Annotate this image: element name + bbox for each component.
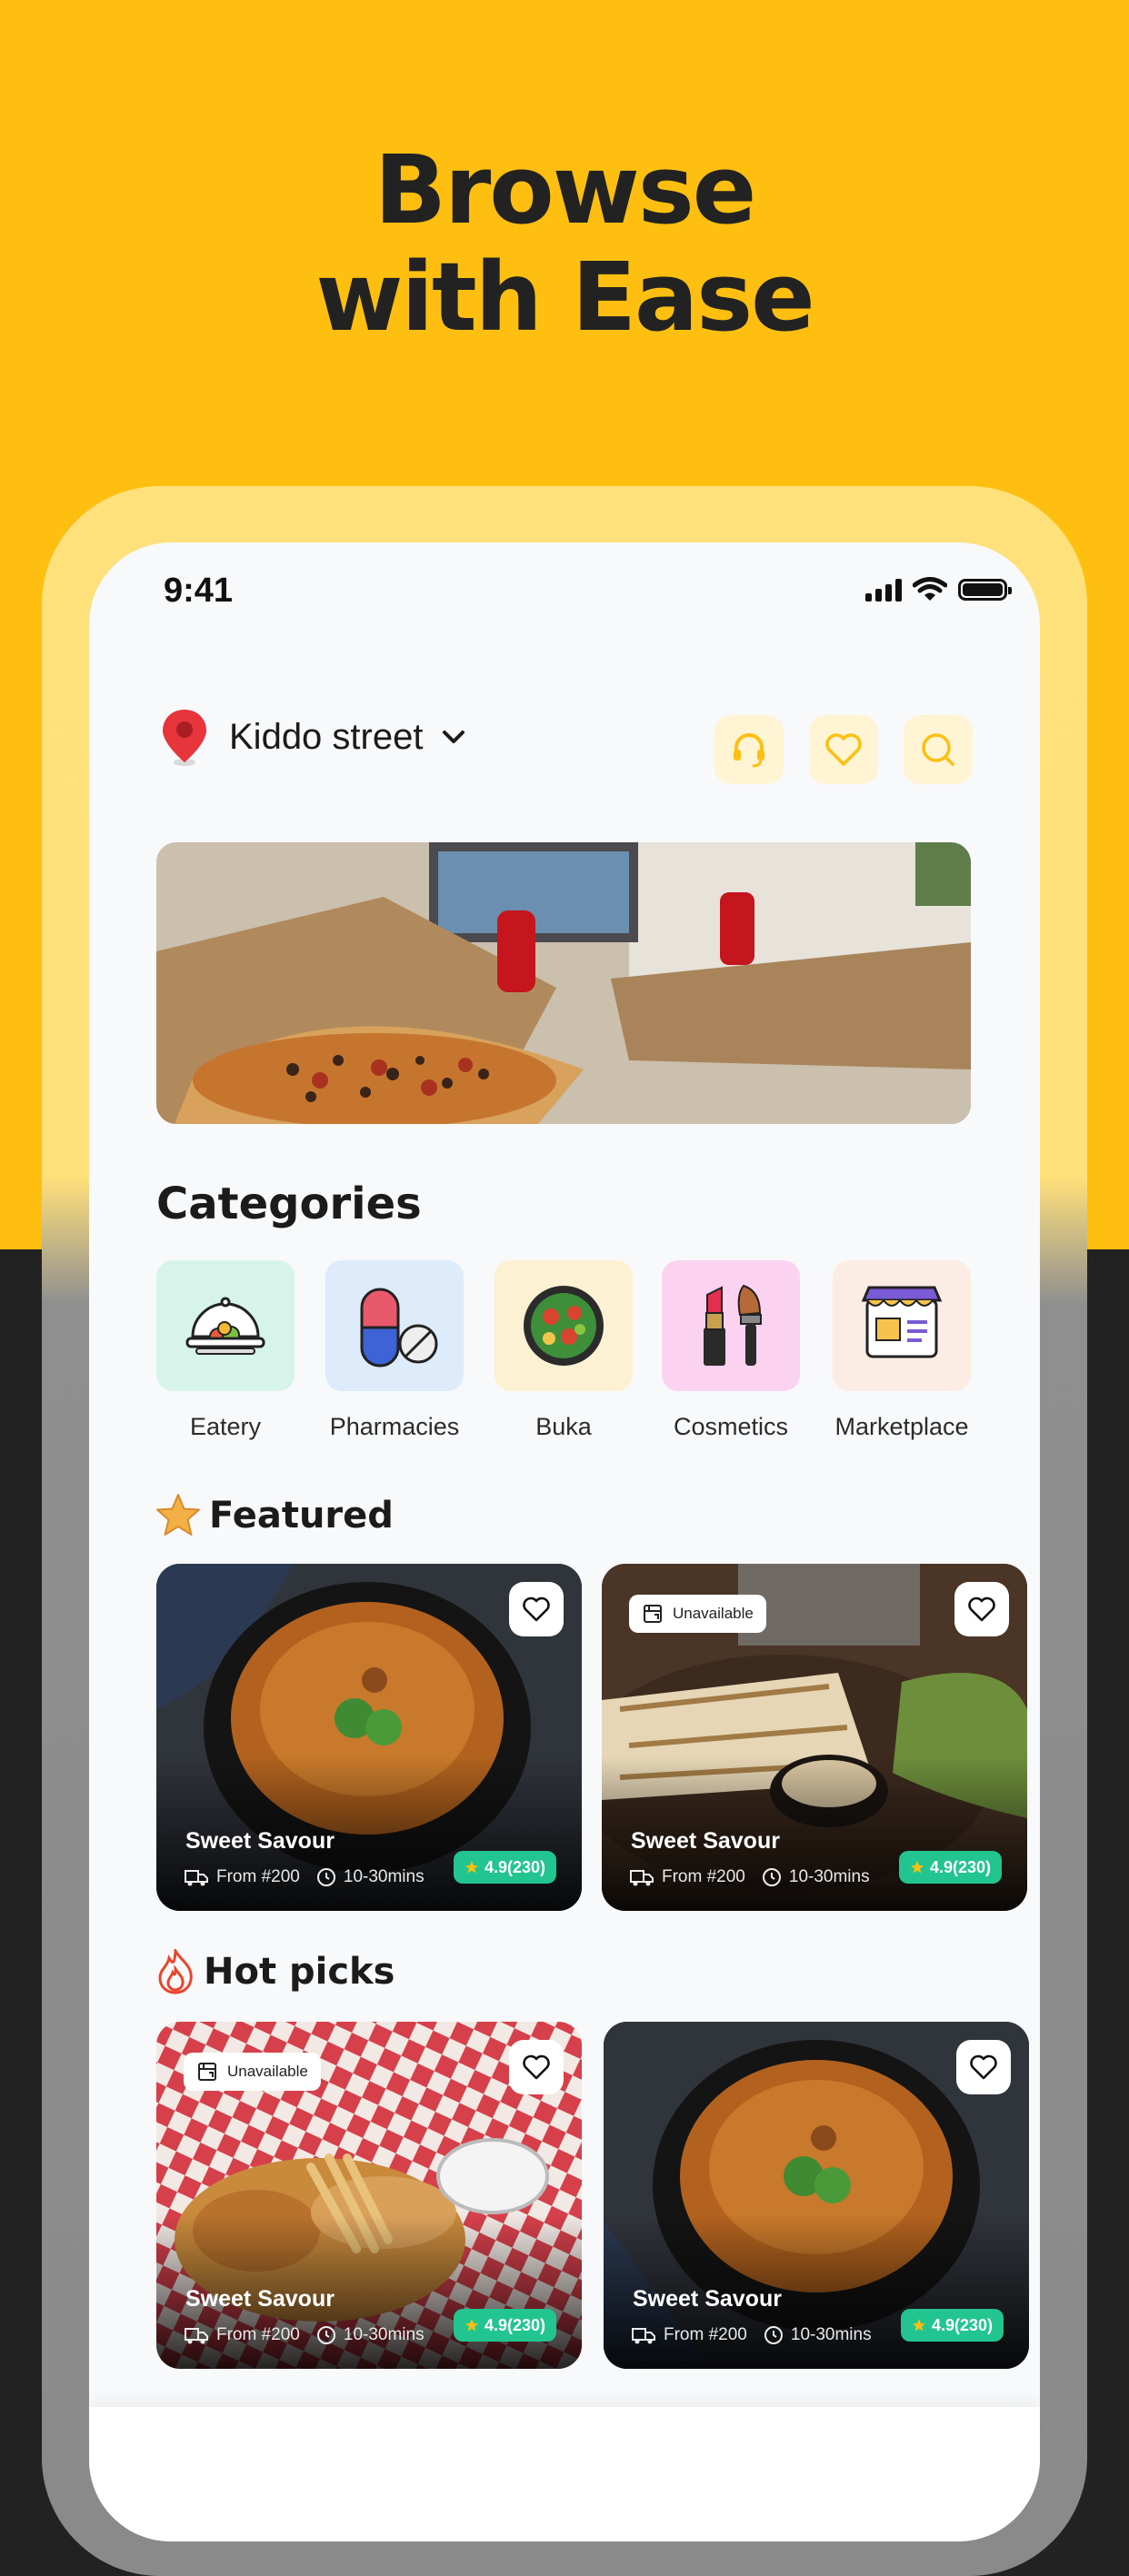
card-meta: From #200 10-30mins: [184, 1867, 425, 1887]
hero-title-line2: with Ease: [315, 242, 814, 353]
delivery-truck-icon: [185, 1870, 208, 1886]
headset-icon: [734, 733, 764, 768]
heart-icon: [523, 1596, 550, 1622]
card-price: From #200: [662, 1867, 745, 1886]
clock-icon: [316, 2326, 335, 2344]
card-meta: From #200 10-30mins: [631, 2325, 872, 2345]
chevron-down-icon: [443, 731, 465, 743]
food-platter-icon: [185, 1297, 265, 1355]
category-tile: [662, 1260, 800, 1391]
rating-badge: 4.9(230): [900, 2309, 1004, 2342]
card-delivery-time: 10-30mins: [343, 1867, 425, 1886]
hot-pick-card[interactable]: Sweet Savour From #200 10-30mins 4.9(230…: [604, 2022, 1029, 2369]
heart-icon: [968, 1596, 995, 1622]
rating-text: 4.9(230): [484, 2315, 545, 2334]
category-tile: [833, 1260, 971, 1391]
card-price: From #200: [216, 1867, 300, 1886]
rating-badge: 4.9(230): [898, 1851, 1002, 1884]
store-closed-icon: [198, 2063, 216, 2081]
categories-title: Categories: [156, 1179, 422, 1229]
category-label: Marketplace: [834, 1413, 969, 1440]
hot-pick-card[interactable]: Unavailable Sweet Savour From #200 10-30…: [156, 2022, 582, 2369]
category-tile: [325, 1260, 464, 1391]
pills-icon: [360, 1288, 438, 1368]
phone-screen: 9:41 Kiddo street Categories Eatery Phar…: [89, 542, 1040, 2541]
delivery-truck-icon: [185, 2328, 208, 2344]
location-selector[interactable]: Kiddo street: [158, 706, 466, 768]
card-meta: From #200 10-30mins: [184, 2325, 425, 2345]
rating-text: 4.9(230): [484, 1857, 545, 1876]
status-icons: [865, 577, 1012, 602]
star-icon: [465, 2319, 478, 2332]
fire-icon: [155, 1945, 196, 1999]
wifi-icon: [913, 577, 947, 601]
promo-banner[interactable]: [156, 842, 971, 1124]
bottom-nav-bar: [89, 2407, 1040, 2541]
card-delivery-time: 10-30mins: [343, 2325, 425, 2344]
badge-text: Unavailable: [673, 1605, 754, 1622]
star-icon: [155, 1492, 202, 1544]
category-eatery[interactable]: Eatery: [156, 1260, 295, 1440]
featured-card[interactable]: Sweet Savour From #200 10-30mins 4.9(230…: [156, 1564, 582, 1911]
rating-text: 4.9(230): [931, 2315, 993, 2334]
card-meta: From #200 10-30mins: [629, 1867, 870, 1887]
favorite-button[interactable]: [956, 2040, 1011, 2094]
clock-icon: [764, 2326, 783, 2344]
hot-picks-title: Hot picks: [204, 1951, 395, 1993]
card-title: Sweet Savour: [633, 2286, 782, 2312]
search-button[interactable]: [904, 715, 973, 784]
card-title: Sweet Savour: [631, 1828, 780, 1854]
card-delivery-time: 10-30mins: [788, 1867, 870, 1886]
favorites-button[interactable]: [809, 715, 878, 784]
heart-icon: [970, 2054, 997, 2080]
category-buka[interactable]: Buka: [495, 1260, 633, 1440]
location-pin-icon: [163, 710, 206, 766]
rating-text: 4.9(230): [929, 1857, 991, 1876]
badge-text: Unavailable: [227, 2063, 308, 2080]
support-button[interactable]: [714, 715, 784, 784]
category-pharmacies[interactable]: Pharmacies: [325, 1260, 464, 1440]
favorite-button[interactable]: [509, 1582, 564, 1636]
heart-icon: [825, 733, 862, 766]
pizza-banner-image: [156, 842, 971, 1124]
featured-card[interactable]: Unavailable Sweet Savour From #200 10-30…: [602, 1564, 1027, 1911]
category-tile: [156, 1260, 295, 1391]
star-icon: [912, 2319, 925, 2332]
hero-title-line1: Browse: [374, 134, 757, 245]
rating-badge: 4.9(230): [453, 2309, 556, 2342]
clock-icon: [316, 1868, 335, 1886]
store-closed-icon: [644, 1605, 662, 1623]
star-icon: [910, 1861, 924, 1874]
unavailable-badge: Unavailable: [629, 1595, 766, 1633]
status-time: 9:41: [164, 572, 234, 610]
hero-title: Browse with Ease: [0, 136, 1129, 351]
star-icon: [465, 1861, 478, 1874]
category-marketplace[interactable]: Marketplace: [833, 1260, 971, 1440]
battery-icon: [958, 579, 1012, 601]
card-delivery-time: 10-30mins: [790, 2325, 872, 2344]
card-price: From #200: [216, 2325, 300, 2344]
card-title: Sweet Savour: [185, 1828, 335, 1854]
card-title: Sweet Savour: [185, 2286, 335, 2312]
cellular-signal-icon: [865, 578, 902, 602]
heart-icon: [523, 2054, 550, 2080]
delivery-truck-icon: [632, 2328, 655, 2344]
storefront-icon: [861, 1286, 943, 1358]
unavailable-badge: Unavailable: [184, 2053, 321, 2091]
search-icon: [922, 733, 954, 766]
favorite-button[interactable]: [954, 1582, 1009, 1636]
delivery-truck-icon: [630, 1870, 654, 1886]
lipstick-brush-icon: [704, 1284, 762, 1366]
category-cosmetics[interactable]: Cosmetics: [662, 1260, 800, 1440]
location-text: Kiddo street: [229, 716, 424, 757]
clock-icon: [762, 1868, 781, 1886]
salad-bowl-icon: [524, 1286, 604, 1366]
featured-title: Featured: [209, 1495, 394, 1537]
rating-badge: 4.9(230): [453, 1851, 556, 1884]
favorite-button[interactable]: [509, 2040, 564, 2094]
card-price: From #200: [664, 2325, 747, 2344]
category-tile: [495, 1260, 633, 1391]
